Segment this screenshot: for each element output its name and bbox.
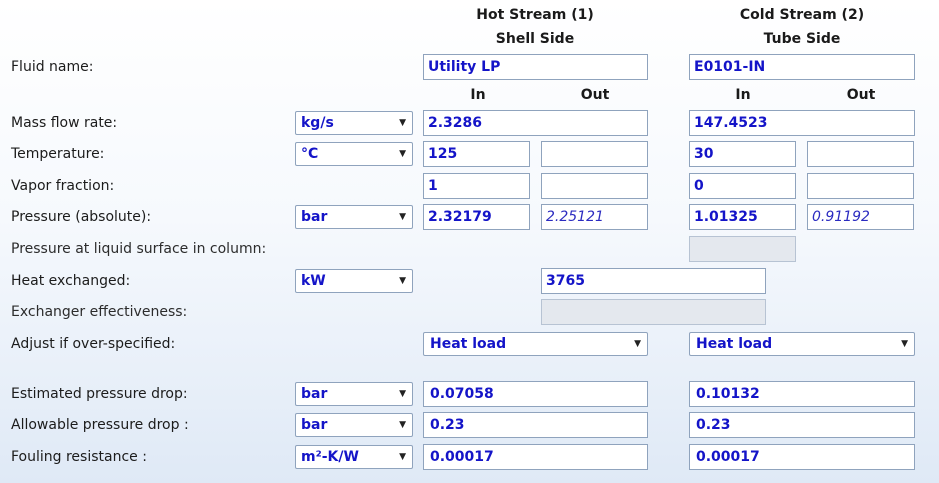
fluid-name-label: Fluid name: [11, 59, 94, 75]
chevron-down-icon: ▼ [399, 420, 406, 430]
allowable-dp-unit-value: bar [301, 417, 328, 433]
allowable-dp-label: Allowable pressure drop : [11, 417, 189, 433]
hot-adjust-value: Heat load [430, 336, 507, 352]
hot-in-header: In [470, 87, 486, 103]
estimated-dp-unit-select[interactable]: bar ▼ [295, 382, 413, 406]
mass-flow-unit-select[interactable]: kg/s ▼ [295, 111, 413, 135]
chevron-down-icon: ▼ [634, 339, 641, 349]
heat-exchanged-unit-value: kW [301, 273, 326, 289]
chevron-down-icon: ▼ [399, 118, 406, 128]
cold-temperature-out-field[interactable] [807, 141, 914, 167]
cold-adjust-select[interactable]: Heat load ▼ [689, 332, 915, 356]
cold-stream-side: Tube Side [763, 31, 841, 47]
hot-fouling-field[interactable]: 0.00017 [423, 444, 648, 470]
cold-pressure-liquid-field [689, 236, 796, 262]
cold-stream-title: Cold Stream (2) [739, 7, 865, 23]
hot-mass-flow-field[interactable]: 2.3286 [423, 110, 648, 136]
fouling-label: Fouling resistance : [11, 449, 147, 465]
mass-flow-unit-value: kg/s [301, 115, 334, 131]
cold-pressure-in-field[interactable]: 1.01325 [689, 204, 796, 230]
temperature-label: Temperature: [11, 146, 105, 162]
mass-flow-label: Mass flow rate: [11, 115, 118, 131]
pressure-unit-select[interactable]: bar ▼ [295, 205, 413, 229]
allowable-dp-unit-select[interactable]: bar ▼ [295, 413, 413, 437]
hot-pressure-in-field[interactable]: 2.32179 [423, 204, 530, 230]
hot-stream-title: Hot Stream (1) [476, 7, 594, 23]
cold-fluid-name-field[interactable]: E0101-IN [689, 54, 915, 80]
hot-out-header: Out [580, 87, 610, 103]
cold-temperature-in-field[interactable]: 30 [689, 141, 796, 167]
estimated-dp-unit-value: bar [301, 386, 328, 402]
hot-allowable-dp-field[interactable]: 0.23 [423, 412, 648, 438]
heat-exchanged-unit-select[interactable]: kW ▼ [295, 269, 413, 293]
cold-in-header: In [735, 87, 751, 103]
fouling-unit-value: m²-K/W [301, 449, 359, 465]
adjust-label: Adjust if over-specified: [11, 336, 176, 352]
heat-exchanged-field[interactable]: 3765 [541, 268, 766, 294]
chevron-down-icon: ▼ [399, 389, 406, 399]
fouling-unit-select[interactable]: m²-K/W ▼ [295, 445, 413, 469]
chevron-down-icon: ▼ [399, 276, 406, 286]
cold-fouling-field[interactable]: 0.00017 [689, 444, 915, 470]
vapor-fraction-label: Vapor fraction: [11, 178, 115, 194]
hot-stream-side: Shell Side [495, 31, 575, 47]
hot-estimated-dp-field[interactable]: 0.07058 [423, 381, 648, 407]
temperature-unit-value: °C [301, 146, 319, 162]
effectiveness-label: Exchanger effectiveness: [11, 304, 188, 320]
hot-vapor-out-field[interactable] [541, 173, 648, 199]
hot-pressure-out-field[interactable]: 2.25121 [541, 204, 648, 230]
chevron-down-icon: ▼ [399, 212, 406, 222]
heat-exchanged-label: Heat exchanged: [11, 273, 131, 289]
cold-out-header: Out [846, 87, 876, 103]
temperature-unit-select[interactable]: °C ▼ [295, 142, 413, 166]
chevron-down-icon: ▼ [399, 149, 406, 159]
cold-allowable-dp-field[interactable]: 0.23 [689, 412, 915, 438]
cold-pressure-out-field[interactable]: 0.91192 [807, 204, 914, 230]
hot-fluid-name-field[interactable]: Utility LP [423, 54, 648, 80]
effectiveness-field [541, 299, 766, 325]
hot-temperature-out-field[interactable] [541, 141, 648, 167]
cold-vapor-in-field[interactable]: 0 [689, 173, 796, 199]
hot-adjust-select[interactable]: Heat load ▼ [423, 332, 648, 356]
pressure-liquid-surface-label: Pressure at liquid surface in column: [11, 241, 267, 257]
pressure-label: Pressure (absolute): [11, 209, 152, 225]
cold-mass-flow-field[interactable]: 147.4523 [689, 110, 915, 136]
hot-temperature-in-field[interactable]: 125 [423, 141, 530, 167]
chevron-down-icon: ▼ [901, 339, 908, 349]
chevron-down-icon: ▼ [399, 452, 406, 462]
pressure-unit-value: bar [301, 209, 328, 225]
cold-estimated-dp-field[interactable]: 0.10132 [689, 381, 915, 407]
cold-vapor-out-field[interactable] [807, 173, 914, 199]
hot-vapor-in-field[interactable]: 1 [423, 173, 530, 199]
estimated-dp-label: Estimated pressure drop: [11, 386, 188, 402]
cold-adjust-value: Heat load [696, 336, 773, 352]
